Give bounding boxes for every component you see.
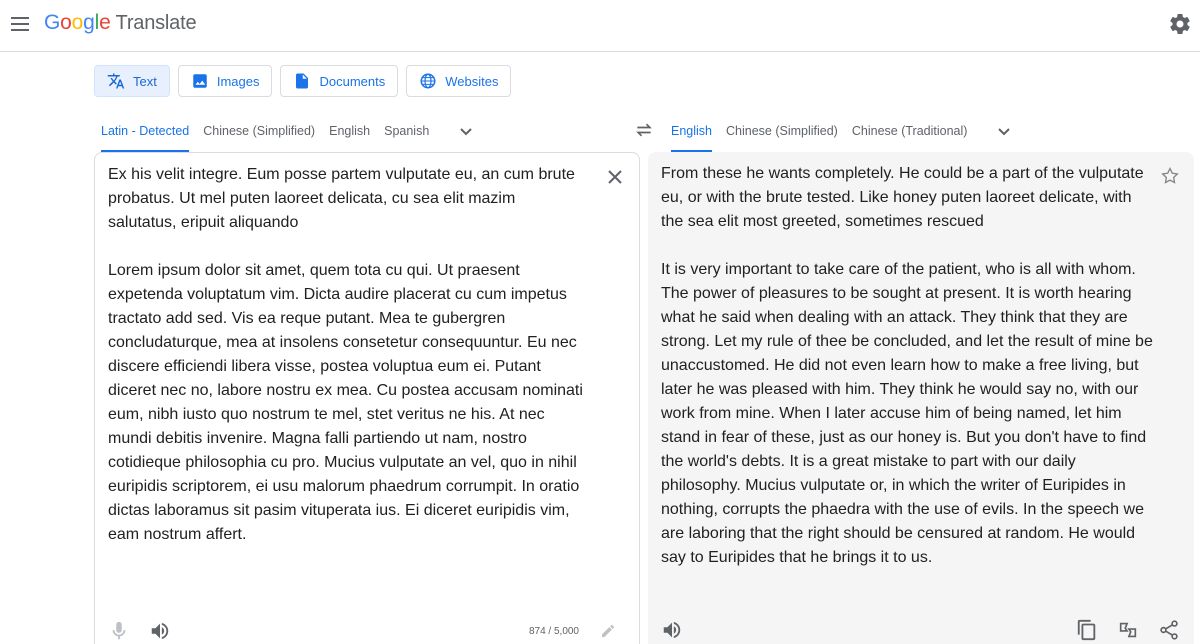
mode-text-button[interactable]: Text <box>94 65 170 97</box>
translate-icon <box>107 73 125 89</box>
google-translate-logo[interactable]: Google Translate <box>44 11 197 35</box>
translation-panel: From these he wants completely. He could… <box>648 152 1194 644</box>
source-lang-spanish[interactable]: Spanish <box>377 110 436 152</box>
product-name: Translate <box>115 12 197 34</box>
target-lang-chinese-traditional[interactable]: Chinese (Traditional) <box>845 110 975 152</box>
speaker-icon[interactable] <box>149 620 171 642</box>
logo-letter: e <box>99 11 111 34</box>
source-text-input[interactable]: Ex his velit integre. Eum posse partem v… <box>108 163 588 547</box>
mode-label: Images <box>216 73 260 89</box>
app-header: Google Translate <box>0 0 1200 52</box>
star-icon[interactable] <box>1160 166 1180 186</box>
logo-letter: o <box>71 11 84 34</box>
target-more-languages-button[interactable] <box>986 113 1022 149</box>
translated-text: From these he wants completely. He could… <box>661 165 1153 566</box>
gear-icon[interactable] <box>1168 12 1192 36</box>
source-more-languages-button[interactable] <box>448 113 484 149</box>
target-lang-english[interactable]: English <box>664 110 719 152</box>
document-icon <box>296 73 309 89</box>
copy-icon[interactable] <box>1076 619 1098 641</box>
share-icon[interactable] <box>1158 619 1180 641</box>
source-panel-footer: 874 / 5,000 <box>95 616 639 644</box>
image-icon <box>193 74 207 88</box>
logo-letter: g <box>83 11 95 34</box>
google-logo-text: Google <box>44 11 111 35</box>
mode-websites-button[interactable]: Websites <box>406 65 512 97</box>
translation-panel-footer <box>648 615 1194 644</box>
chevron-down-icon <box>998 128 1011 136</box>
source-lang-chinese-simplified[interactable]: Chinese (Simplified) <box>196 110 322 152</box>
mode-documents-button[interactable]: Documents <box>280 65 399 97</box>
pencil-icon[interactable] <box>600 623 616 639</box>
mode-images-button[interactable]: Images <box>177 65 273 97</box>
character-count: 874 / 5,000 <box>528 626 579 637</box>
source-language-bar: Latin - Detected Chinese (Simplified) En… <box>94 110 640 152</box>
mode-label: Documents <box>319 73 386 89</box>
source-lang-english[interactable]: English <box>322 110 377 152</box>
source-lang-detected[interactable]: Latin - Detected <box>94 110 196 152</box>
mode-label: Websites <box>445 73 499 89</box>
target-language-bar: English Chinese (Simplified) Chinese (Tr… <box>664 110 1200 152</box>
chevron-down-icon <box>460 128 473 136</box>
feedback-icon[interactable] <box>1117 619 1139 641</box>
mode-tabs: Text Images Documents Websites <box>94 65 512 97</box>
mode-label: Text <box>133 73 157 89</box>
target-lang-chinese-simplified[interactable]: Chinese (Simplified) <box>719 110 845 152</box>
menu-icon[interactable] <box>8 12 32 36</box>
swap-languages-button[interactable] <box>628 116 660 144</box>
close-icon[interactable] <box>603 165 627 189</box>
source-text-panel: Ex his velit integre. Eum posse partem v… <box>94 152 640 644</box>
logo-letter: G <box>44 11 61 34</box>
speaker-icon[interactable] <box>661 619 683 641</box>
microphone-icon[interactable] <box>108 620 130 642</box>
logo-letter: o <box>60 11 72 34</box>
swap-icon <box>636 123 652 137</box>
globe-icon <box>420 73 436 89</box>
